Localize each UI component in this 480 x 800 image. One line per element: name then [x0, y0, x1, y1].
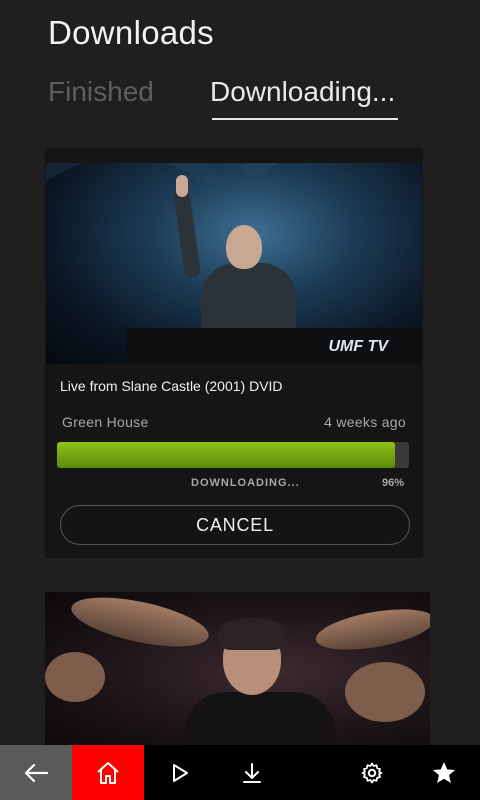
page-title: Downloads — [48, 14, 214, 51]
cymbal-left — [67, 592, 213, 657]
guitarist-hair — [219, 618, 285, 650]
gear-icon — [361, 762, 383, 783]
download-icon — [243, 762, 261, 783]
upload-age: 4 weeks ago — [324, 414, 406, 430]
download-progress-fill — [57, 442, 395, 468]
back-arrow-icon — [24, 763, 49, 782]
guitarist-body — [185, 692, 335, 752]
drum-left — [45, 652, 105, 702]
download-card: UMF TV Live from Slane Castle (2001) DVI… — [45, 148, 423, 558]
drum-right — [345, 662, 425, 722]
back-button[interactable] — [0, 745, 72, 800]
cancel-button[interactable]: CANCEL — [60, 505, 410, 545]
download-status: DOWNLOADING... — [191, 477, 300, 489]
settings-button[interactable] — [336, 745, 408, 800]
tab-finished[interactable]: Finished — [48, 76, 154, 108]
play-icon — [173, 763, 188, 782]
channel-name: Green House — [62, 414, 149, 430]
download-progress-bar — [57, 442, 409, 468]
bottom-navigation — [0, 745, 480, 800]
dj-head — [226, 225, 262, 269]
star-icon — [433, 761, 455, 783]
active-tab-indicator — [212, 118, 398, 120]
channel-logo: UMF TV — [328, 338, 388, 355]
video-thumbnail-2[interactable] — [45, 592, 430, 752]
favorites-button[interactable] — [408, 745, 480, 800]
video-title: Live from Slane Castle (2001) DVID — [60, 378, 283, 394]
download-card-2[interactable] — [45, 592, 430, 752]
cymbal-right — [312, 601, 430, 658]
tab-downloading[interactable]: Downloading... — [210, 76, 395, 108]
video-thumbnail[interactable]: UMF TV — [46, 163, 422, 364]
dj-hand — [176, 175, 188, 197]
download-button[interactable] — [216, 745, 288, 800]
home-button[interactable] — [72, 745, 144, 800]
download-percent: 96% — [381, 477, 404, 489]
home-icon — [97, 761, 119, 784]
play-button[interactable] — [144, 745, 216, 800]
